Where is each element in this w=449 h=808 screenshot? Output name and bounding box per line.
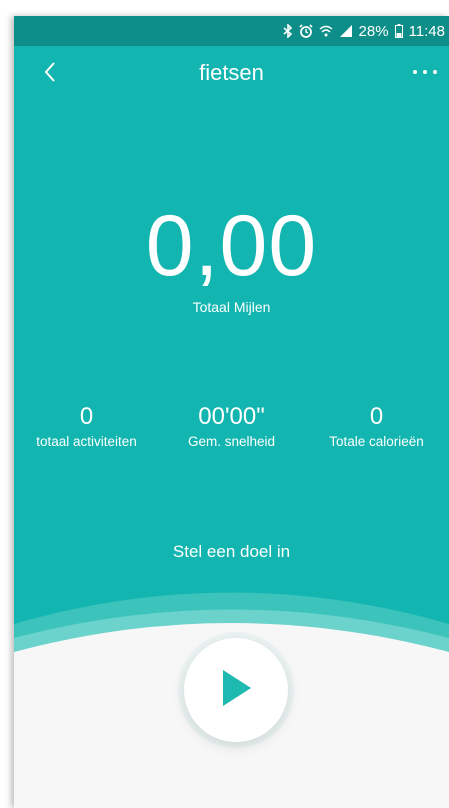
set-goal-button[interactable]: Stel een doel in [14, 542, 449, 562]
play-icon [219, 668, 253, 713]
bluetooth-icon [283, 24, 293, 38]
more-horizontal-icon [413, 70, 437, 74]
stat-calories-label: Totale calorieën [329, 434, 424, 449]
app-screen: 28% 11:48 fietsen 0,00 Totaal Mijlen 0 t… [14, 16, 449, 808]
stat-speed-value: 00'00" [198, 403, 265, 430]
clock: 11:48 [408, 22, 445, 40]
start-button[interactable] [184, 638, 288, 742]
signal-icon [339, 24, 353, 38]
stat-speed-label: Gem. snelheid [187, 434, 276, 449]
battery-percentage: 28% [358, 22, 389, 40]
stat-calories-value: 0 [369, 403, 384, 430]
more-button[interactable] [403, 58, 447, 86]
total-distance-label: Totaal Mijlen [192, 299, 271, 315]
page-title: fietsen [199, 60, 264, 85]
stat-activities-value: 0 [79, 403, 94, 430]
stat-activities-label: totaal activiteiten [36, 434, 137, 449]
battery-icon [394, 24, 403, 38]
total-distance-value: 0,00 [145, 198, 318, 294]
stat-activities: 0 totaal activiteiten [14, 402, 159, 449]
wifi-icon [319, 24, 333, 38]
status-bar: 28% 11:48 [14, 16, 449, 46]
alarm-icon [298, 24, 313, 38]
stat-calories: 0 Totale calorieën [304, 402, 449, 449]
app-bar: fietsen [14, 46, 449, 104]
screenshot-frame: 28% 11:48 fietsen 0,00 Totaal Mijlen 0 t… [0, 0, 449, 808]
stat-speed: 00'00" Gem. snelheid [159, 402, 304, 449]
